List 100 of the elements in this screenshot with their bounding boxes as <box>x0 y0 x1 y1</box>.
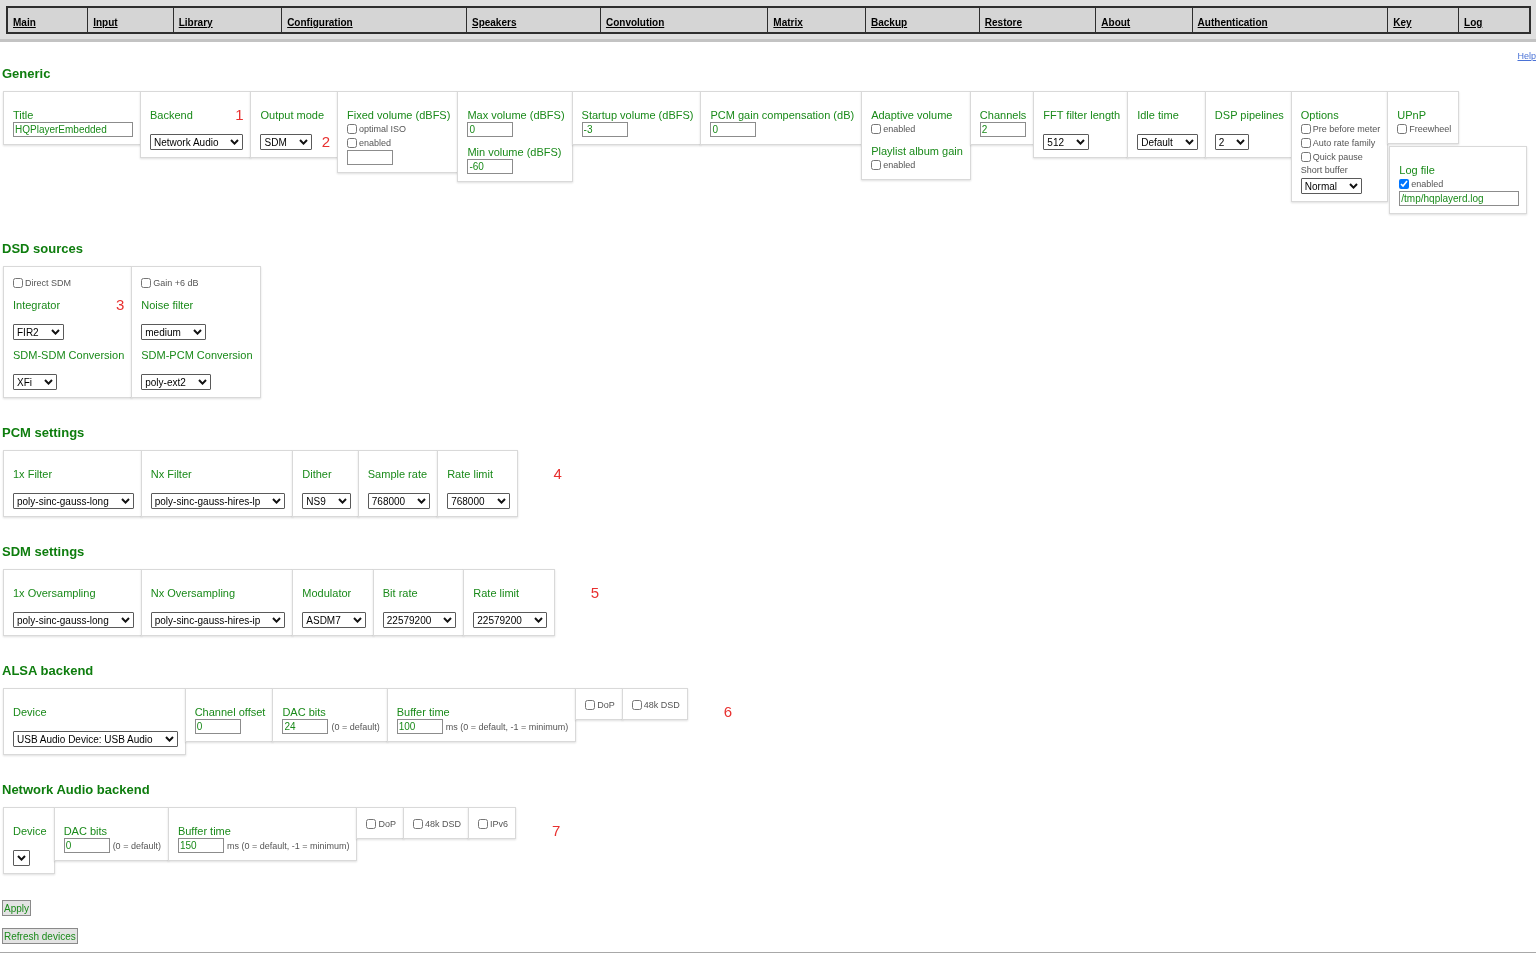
nav-link[interactable]: Library <box>178 17 213 28</box>
dropdown[interactable]: medium <box>141 324 206 340</box>
input-field[interactable]: 24 <box>282 719 329 734</box>
field-label: Nx Filter <box>150 467 192 481</box>
chevron-down-icon <box>120 617 130 623</box>
nav-link[interactable]: Backup <box>871 17 908 28</box>
checkbox[interactable] <box>478 819 488 829</box>
checkbox[interactable] <box>1300 124 1311 134</box>
input-field[interactable]: 0 <box>194 719 241 734</box>
dropdown[interactable]: 2 <box>1214 134 1250 150</box>
input-field[interactable]: 2 <box>979 122 1026 137</box>
dropdown[interactable]: poly-sinc-gauss-long <box>13 612 134 628</box>
field-label: Title <box>13 108 34 122</box>
help-link[interactable]: Help <box>1517 51 1536 61</box>
field-label: SDM-PCM Conversion <box>141 348 253 362</box>
checkbox[interactable] <box>871 160 882 170</box>
nav-link[interactable]: Key <box>1393 17 1412 28</box>
checkbox-label: enabled <box>1411 179 1444 189</box>
checkbox-label: Direct SDM <box>25 278 71 288</box>
checkbox[interactable] <box>1300 138 1311 148</box>
field-label: Min volume (dBFS) <box>467 145 562 159</box>
checkbox[interactable] <box>347 124 358 134</box>
nav-link[interactable]: About <box>1101 17 1131 28</box>
dropdown[interactable]: SDM <box>260 134 312 150</box>
checkbox[interactable] <box>585 700 596 710</box>
input-field[interactable]: 100 <box>396 719 443 734</box>
input-field[interactable]: HQPlayerEmbedded <box>13 122 133 137</box>
field-label: Backend <box>150 108 193 122</box>
chevron-down-icon <box>272 617 282 623</box>
field-label: Rate limit <box>447 467 493 481</box>
field-hint: (0 = default) <box>331 721 380 732</box>
checkbox[interactable] <box>13 278 23 288</box>
dropdown[interactable]: XFi <box>13 374 57 390</box>
checkbox[interactable] <box>366 819 377 829</box>
checkbox-label: Auto rate family <box>1312 138 1376 148</box>
input-field[interactable]: -3 <box>581 122 628 137</box>
field-label: Device <box>13 824 47 838</box>
dropdown[interactable]: Default <box>1137 134 1198 150</box>
section-title: ALSA backend <box>2 662 94 680</box>
input-field[interactable]: 0 <box>710 122 757 137</box>
field-label: FFT filter length <box>1043 108 1121 122</box>
form-button[interactable]: Apply <box>2 900 31 916</box>
input-field[interactable]: /tmp/hqplayerd.log <box>1399 191 1520 206</box>
chevron-down-icon <box>1349 183 1358 189</box>
dropdown[interactable]: 22579200 <box>382 612 457 628</box>
dropdown[interactable]: poly-sinc-gauss-hires-ip <box>150 612 286 628</box>
nav-link[interactable]: Convolution <box>605 17 665 28</box>
dropdown[interactable]: USB Audio Device: USB Audio <box>13 731 178 747</box>
dropdown[interactable]: poly-sinc-gauss-hires-lp <box>150 493 286 509</box>
input-field[interactable]: 0 <box>63 838 110 853</box>
field-label: Startup volume (dBFS) <box>581 108 694 122</box>
nav-link[interactable]: Configuration <box>287 17 353 28</box>
checkbox[interactable] <box>1399 179 1410 189</box>
dropdown[interactable]: poly-sinc-gauss-long <box>13 493 134 509</box>
dropdown[interactable]: Normal <box>1300 178 1362 194</box>
chevron-down-icon <box>197 379 207 385</box>
checkbox[interactable] <box>412 819 423 829</box>
field-hint: (0 = default) <box>112 840 161 851</box>
dropdown[interactable]: 768000 <box>367 493 431 509</box>
input-field[interactable]: -60 <box>467 159 514 174</box>
dropdown[interactable]: Network Audio <box>150 134 244 150</box>
form-button[interactable]: Refresh devices <box>2 928 78 944</box>
field-label: Output mode <box>260 108 325 122</box>
nav-link[interactable]: Restore <box>984 17 1023 28</box>
dropdown[interactable]: 768000 <box>447 493 510 509</box>
chevron-down-icon <box>230 139 240 145</box>
field-label: Nx Oversampling <box>150 586 236 600</box>
field-label: Fixed volume (dBFS) <box>347 108 451 122</box>
dropdown[interactable] <box>13 850 30 866</box>
input-field[interactable] <box>347 150 394 165</box>
checkbox-label: DoP <box>378 819 396 829</box>
dropdown[interactable]: ASDM7 <box>302 612 366 628</box>
nav-link[interactable]: Log <box>1464 17 1483 28</box>
chevron-down-icon <box>298 139 308 145</box>
dropdown[interactable]: 22579200 <box>473 612 547 628</box>
nav-link[interactable]: Main <box>13 17 36 28</box>
field-label: Bit rate <box>382 586 418 600</box>
checkbox[interactable] <box>1397 124 1408 134</box>
nav-link[interactable]: Speakers <box>471 17 517 28</box>
nav-link[interactable]: Matrix <box>773 17 803 28</box>
input-field[interactable]: 150 <box>177 838 224 853</box>
dropdown[interactable]: 512 <box>1043 134 1090 150</box>
nav-link[interactable]: Input <box>93 17 118 28</box>
checkbox[interactable] <box>631 700 642 710</box>
dropdown[interactable]: poly-ext2 <box>141 374 211 390</box>
checkbox[interactable] <box>141 278 152 288</box>
checkbox[interactable] <box>1300 152 1311 162</box>
input-field[interactable]: 0 <box>467 122 514 137</box>
field-hint: ms (0 = default, -1 = minimum) <box>226 840 350 851</box>
nav-link[interactable]: Authentication <box>1197 17 1268 28</box>
dropdown[interactable]: FIR2 <box>13 324 64 340</box>
chevron-down-icon <box>533 617 543 623</box>
dropdown[interactable]: NS9 <box>302 493 351 509</box>
field-label: DAC bits <box>282 705 326 719</box>
section-title: Network Audio backend <box>2 781 150 799</box>
field-label: Playlist album gain <box>871 144 963 158</box>
checkbox[interactable] <box>871 124 882 134</box>
field-label: Channels <box>979 108 1027 122</box>
chevron-down-icon <box>496 498 506 504</box>
checkbox[interactable] <box>347 138 358 148</box>
